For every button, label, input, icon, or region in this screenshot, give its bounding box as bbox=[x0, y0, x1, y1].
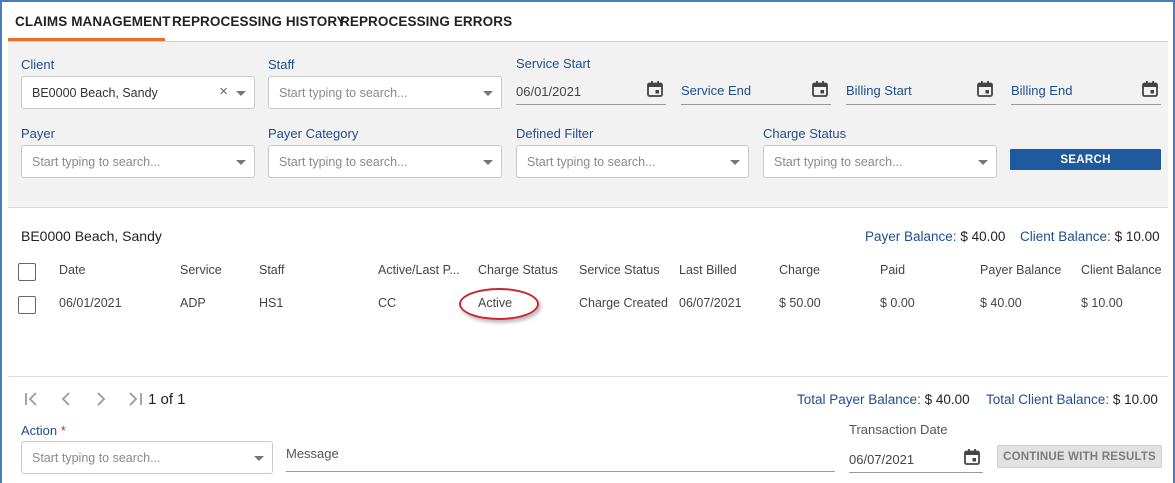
chevron-down-icon[interactable] bbox=[236, 91, 246, 96]
client-name-heading: BE0000 Beach, Sandy bbox=[21, 228, 162, 244]
chevron-down-icon[interactable] bbox=[236, 160, 246, 165]
total-payer-balance-value: $ 40.00 bbox=[924, 392, 970, 407]
client-label: Client bbox=[21, 57, 55, 72]
defined-filter-select[interactable]: Start typing to search... bbox=[516, 145, 749, 178]
message-input[interactable]: Message bbox=[286, 442, 835, 472]
required-asterisk: * bbox=[60, 423, 66, 438]
payer-placeholder: Start typing to search... bbox=[32, 155, 161, 169]
message-label: Message bbox=[286, 446, 339, 461]
cell-paid: $ 0.00 bbox=[880, 296, 915, 310]
total-payer-balance-label: Total Payer Balance: bbox=[797, 392, 921, 407]
total-client-balance: Total Client Balance: $ 10.00 bbox=[986, 392, 1158, 407]
billing-end-label: Billing End bbox=[1011, 83, 1073, 98]
payer-category-placeholder: Start typing to search... bbox=[279, 155, 408, 169]
prev-page-icon[interactable] bbox=[56, 389, 76, 409]
action-label-text: Action bbox=[21, 423, 58, 438]
column-header-staff[interactable]: Staff bbox=[259, 263, 284, 277]
row-checkbox[interactable] bbox=[18, 296, 36, 314]
transaction-date-input[interactable]: 06/07/2021 bbox=[849, 443, 983, 473]
billing-start-input[interactable]: Billing Start bbox=[846, 75, 996, 105]
total-client-balance-value: $ 10.00 bbox=[1112, 392, 1158, 407]
cell-service: ADP bbox=[180, 296, 206, 310]
column-header-charge-status[interactable]: Charge Status bbox=[478, 263, 558, 277]
cell-charge: $ 50.00 bbox=[779, 296, 821, 310]
chevron-down-icon[interactable] bbox=[254, 456, 264, 461]
column-header-payer-balance[interactable]: Payer Balance bbox=[980, 263, 1061, 277]
payer-label: Payer bbox=[21, 126, 55, 141]
charge-status-placeholder: Start typing to search... bbox=[774, 155, 903, 169]
chevron-down-icon[interactable] bbox=[483, 91, 493, 96]
action-select[interactable]: Start typing to search... bbox=[21, 441, 273, 474]
column-header-service[interactable]: Service bbox=[180, 263, 222, 277]
tab-reprocessing-errors[interactable]: REPROCESSING ERRORS bbox=[340, 14, 512, 29]
column-header-client-balance[interactable]: Client Balance bbox=[1081, 263, 1162, 277]
chevron-down-icon[interactable] bbox=[730, 160, 740, 165]
clear-icon[interactable]: × bbox=[219, 84, 228, 100]
highlight-annotation-circle bbox=[459, 288, 539, 320]
service-start-input[interactable]: 06/01/2021 bbox=[516, 75, 666, 105]
action-label: Action * bbox=[21, 423, 66, 438]
cell-client-balance: $ 10.00 bbox=[1081, 296, 1123, 310]
tab-claims-management[interactable]: CLAIMS MANAGEMENT bbox=[15, 14, 170, 29]
transaction-date-value: 06/07/2021 bbox=[849, 452, 915, 467]
column-header-active-last-paid[interactable]: Active/Last P... bbox=[378, 263, 460, 277]
total-payer-balance: Total Payer Balance: $ 40.00 bbox=[797, 392, 970, 407]
service-end-label: Service End bbox=[681, 83, 752, 98]
billing-end-input[interactable]: Billing End bbox=[1011, 75, 1161, 105]
staff-placeholder: Start typing to search... bbox=[279, 86, 408, 100]
transaction-date-label: Transaction Date bbox=[849, 422, 948, 437]
search-button[interactable]: SEARCH bbox=[1010, 149, 1161, 170]
cell-payer-balance: $ 40.00 bbox=[980, 296, 1022, 310]
client-balance-label: Client Balance: bbox=[1020, 229, 1111, 244]
staff-label: Staff bbox=[268, 57, 295, 72]
column-header-date[interactable]: Date bbox=[59, 263, 85, 277]
page-info: 1 of 1 bbox=[148, 391, 186, 408]
cell-date: 06/01/2021 bbox=[59, 296, 122, 310]
chevron-down-icon[interactable] bbox=[483, 160, 493, 165]
tab-reprocessing-history[interactable]: REPROCESSING HISTORY bbox=[172, 14, 346, 29]
first-page-icon[interactable] bbox=[22, 389, 42, 409]
client-balance-summary: Client Balance: $ 10.00 bbox=[1020, 229, 1160, 244]
calendar-icon[interactable] bbox=[976, 80, 994, 98]
payer-select[interactable]: Start typing to search... bbox=[21, 145, 255, 178]
cell-last-billed: 06/07/2021 bbox=[679, 296, 742, 310]
calendar-icon[interactable] bbox=[1141, 80, 1159, 98]
action-placeholder: Start typing to search... bbox=[32, 451, 161, 465]
billing-start-label: Billing Start bbox=[846, 83, 912, 98]
payer-balance-label: Payer Balance: bbox=[865, 229, 957, 244]
chevron-down-icon[interactable] bbox=[978, 160, 988, 165]
column-header-service-status[interactable]: Service Status bbox=[579, 263, 660, 277]
cell-service-status: Charge Created bbox=[579, 296, 668, 310]
defined-filter-label: Defined Filter bbox=[516, 126, 594, 141]
last-page-icon[interactable] bbox=[126, 389, 146, 409]
service-start-value: 06/01/2021 bbox=[516, 84, 582, 99]
next-page-icon[interactable] bbox=[91, 389, 111, 409]
payer-category-select[interactable]: Start typing to search... bbox=[268, 145, 502, 178]
column-header-last-billed[interactable]: Last Billed bbox=[679, 263, 737, 277]
column-header-charge[interactable]: Charge bbox=[779, 263, 820, 277]
service-end-input[interactable]: Service End bbox=[681, 75, 831, 105]
calendar-icon[interactable] bbox=[646, 80, 664, 98]
service-start-label: Service Start bbox=[516, 56, 591, 71]
client-balance-value: $ 10.00 bbox=[1114, 229, 1160, 244]
total-client-balance-label: Total Client Balance: bbox=[986, 392, 1110, 407]
column-header-paid[interactable]: Paid bbox=[880, 263, 905, 277]
staff-select[interactable]: Start typing to search... bbox=[268, 76, 502, 109]
payer-balance-value: $ 40.00 bbox=[960, 229, 1006, 244]
charge-status-select[interactable]: Start typing to search... bbox=[763, 145, 997, 178]
select-all-checkbox[interactable] bbox=[18, 263, 36, 281]
results-divider bbox=[8, 376, 1168, 377]
defined-filter-placeholder: Start typing to search... bbox=[527, 155, 656, 169]
client-select-value: BE0000 Beach, Sandy bbox=[32, 86, 158, 100]
payer-category-label: Payer Category bbox=[268, 126, 359, 141]
calendar-icon[interactable] bbox=[963, 448, 981, 466]
cell-staff: HS1 bbox=[259, 296, 284, 310]
client-select[interactable]: BE0000 Beach, Sandy × bbox=[21, 76, 255, 109]
payer-balance-summary: Payer Balance: $ 40.00 bbox=[865, 229, 1005, 244]
calendar-icon[interactable] bbox=[811, 80, 829, 98]
cell-active-last-paid: CC bbox=[378, 296, 397, 310]
charge-status-label: Charge Status bbox=[763, 126, 847, 141]
continue-with-results-button[interactable]: CONTINUE WITH RESULTS bbox=[997, 445, 1162, 468]
